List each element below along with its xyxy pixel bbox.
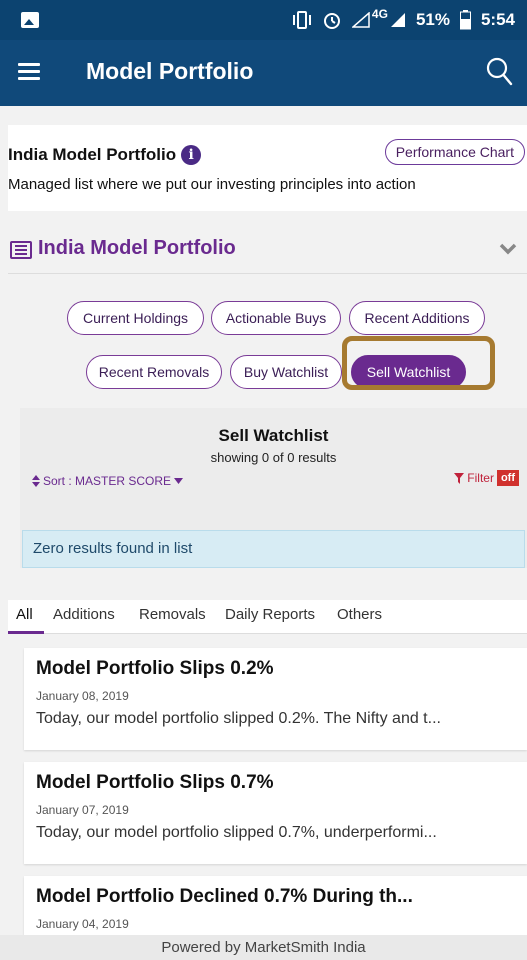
sort-control[interactable]: Sort : MASTER SCORE bbox=[32, 474, 184, 488]
selection-highlight bbox=[342, 336, 495, 390]
app-title: Model Portfolio bbox=[86, 58, 254, 84]
article-card[interactable]: Model Portfolio Slips 0.7% January 07, 2… bbox=[24, 762, 527, 864]
filter-control[interactable]: Filter off bbox=[454, 470, 519, 486]
tab-buy-watchlist[interactable]: Buy Watchlist bbox=[230, 355, 342, 389]
portfolio-section-header[interactable]: India Model Portfolio bbox=[8, 226, 527, 274]
article-title[interactable]: Model Portfolio Declined 0.7% During th.… bbox=[36, 886, 413, 908]
signal-icon: 4G bbox=[351, 7, 406, 28]
menu-icon[interactable] bbox=[18, 63, 40, 81]
filter-state-badge[interactable]: off bbox=[496, 470, 519, 486]
intro-title-text: India Model Portfolio bbox=[8, 145, 177, 164]
search-icon[interactable] bbox=[485, 56, 513, 86]
powered-by-footer: Powered by MarketSmith India bbox=[0, 935, 527, 960]
tab-recent-removals[interactable]: Recent Removals bbox=[86, 355, 222, 389]
article-card[interactable]: Model Portfolio Slips 0.2% January 08, 2… bbox=[24, 648, 527, 750]
results-count: showing 0 of 0 results bbox=[210, 450, 337, 465]
news-tab-removals[interactable]: Removals bbox=[139, 606, 206, 623]
network-type: 4G bbox=[371, 7, 388, 21]
app-bar: Model Portfolio bbox=[0, 40, 527, 106]
article-date: January 07, 2019 bbox=[36, 803, 129, 817]
performance-chart-button[interactable]: Performance Chart bbox=[384, 139, 525, 165]
vibrate-icon bbox=[292, 11, 312, 29]
news-tab-others[interactable]: Others bbox=[337, 606, 382, 623]
article-card[interactable]: Model Portfolio Declined 0.7% During th.… bbox=[24, 876, 527, 935]
status-icons: 4G 51% 5:54 bbox=[292, 7, 515, 32]
alarm-icon bbox=[322, 10, 342, 30]
article-date: January 08, 2019 bbox=[36, 689, 129, 703]
sort-label: Sort : MASTER SCORE bbox=[43, 474, 172, 488]
filter-label: Filter bbox=[467, 471, 494, 485]
watchlist-panel: Sell Watchlist showing 0 of 0 results So… bbox=[20, 408, 527, 568]
article-snippet: Today, our model portfolio slipped 0.2%.… bbox=[36, 710, 441, 727]
article-date: January 04, 2019 bbox=[36, 917, 129, 931]
news-tab-daily-reports[interactable]: Daily Reports bbox=[225, 606, 315, 623]
list-icon bbox=[10, 241, 32, 259]
article-title[interactable]: Model Portfolio Slips 0.2% bbox=[36, 658, 274, 680]
intro-description: Managed list where we put our investing … bbox=[8, 176, 416, 193]
tab-current-holdings[interactable]: Current Holdings bbox=[67, 301, 204, 335]
status-bar: 4G 51% 5:54 bbox=[0, 0, 527, 40]
list-heading: Sell Watchlist bbox=[218, 426, 329, 445]
intro-title: India Model Portfolio i bbox=[8, 145, 202, 165]
news-tabs: All Additions Removals Daily Reports Oth… bbox=[8, 600, 527, 634]
chevron-down-icon[interactable] bbox=[499, 240, 517, 258]
tab-recent-additions[interactable]: Recent Additions bbox=[349, 301, 485, 335]
article-title[interactable]: Model Portfolio Slips 0.7% bbox=[36, 772, 274, 794]
caret-down-icon bbox=[174, 478, 184, 484]
sort-icon bbox=[32, 475, 40, 487]
section-title: India Model Portfolio bbox=[38, 237, 236, 259]
article-snippet: Today, our model portfolio slipped 0.7%,… bbox=[36, 824, 437, 841]
battery-icon bbox=[459, 10, 471, 30]
intro-card: India Model Portfolio i Performance Char… bbox=[8, 125, 527, 211]
active-tab-indicator bbox=[8, 631, 44, 634]
gallery-icon bbox=[21, 12, 39, 28]
info-icon[interactable]: i bbox=[181, 145, 202, 165]
battery-percent: 51% bbox=[415, 10, 450, 29]
tab-actionable-buys[interactable]: Actionable Buys bbox=[211, 301, 341, 335]
news-tab-all[interactable]: All bbox=[16, 606, 33, 623]
empty-results-message: Zero results found in list bbox=[22, 530, 525, 568]
clock-time: 5:54 bbox=[480, 10, 515, 29]
news-tab-additions[interactable]: Additions bbox=[53, 606, 115, 623]
filter-icon bbox=[454, 472, 465, 484]
